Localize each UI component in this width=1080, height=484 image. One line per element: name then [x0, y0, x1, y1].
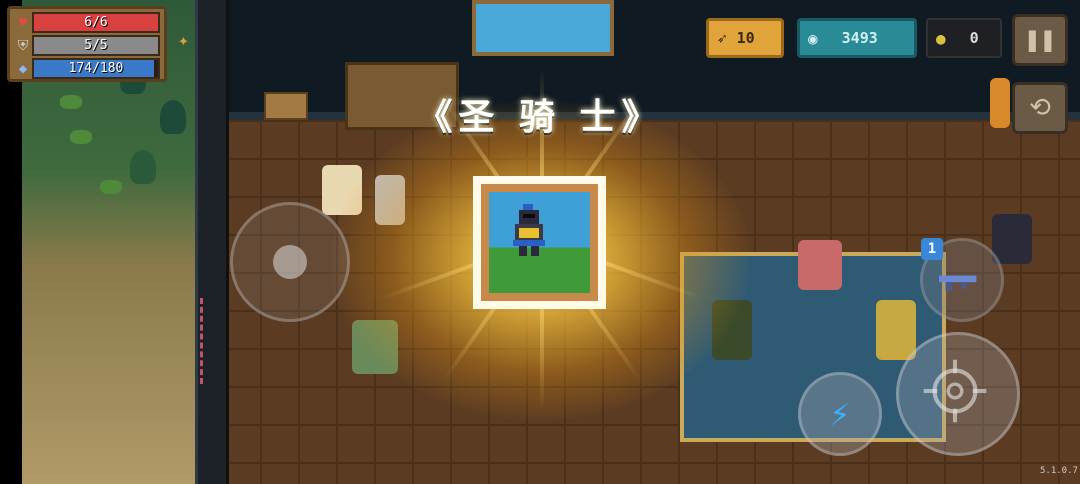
fish-count: 10 — [736, 29, 755, 47]
game-viewport: 《圣 骑 士》 ♥ 6/6 ⛨ 5/5 ◆ 174/180 ✦ ➶ 10 ◉ 3… — [0, 0, 1080, 484]
player-stats-panel: ♥ 6/6 ⛨ 5/5 ◆ 174/180 — [7, 6, 167, 82]
bush-icon — [70, 130, 92, 144]
bush-icon — [60, 95, 82, 109]
gem-icon: ◉ — [808, 28, 818, 48]
npc-character[interactable] — [992, 214, 1032, 264]
coin-counter[interactable]: ● 0 — [926, 18, 1002, 58]
shield-icon: ⛨ — [17, 37, 29, 54]
unlock-title: 《圣 骑 士》 — [416, 97, 664, 138]
hp-bar: 6/6 — [32, 12, 160, 33]
character-portrait-frame[interactable] — [473, 176, 606, 309]
hp-text: 6/6 — [84, 15, 108, 30]
gem-count: 3493 — [841, 29, 878, 47]
gun-icon — [939, 275, 977, 291]
diamond-icon: ◆ — [18, 60, 28, 77]
armor-row: ⛨ 5/5 — [14, 35, 160, 56]
skill-button[interactable]: ⚡ — [798, 372, 882, 456]
pause-button[interactable]: ❚❚ — [1012, 14, 1068, 66]
coin-count: 0 — [969, 29, 979, 47]
npc-character[interactable] — [876, 300, 916, 360]
paladin-sprite-icon — [513, 204, 545, 256]
weapon-slot-number: 1 — [921, 238, 943, 260]
hp-row: ♥ 6/6 — [14, 12, 160, 33]
npc-character[interactable] — [798, 240, 842, 290]
gem-counter[interactable]: ◉ 3493 — [797, 18, 917, 58]
energy-row: ◆ 174/180 — [14, 58, 160, 79]
portrait-border — [481, 184, 598, 301]
swap-character-icon: ⟲ — [1029, 93, 1051, 123]
version-label: 5.1.0.7 — [1040, 466, 1078, 476]
heart-icon: ♥ — [18, 14, 28, 31]
fish-icon: ➶ — [717, 28, 727, 48]
pause-icon: ❚❚ — [1024, 25, 1056, 55]
paladin-portrait-icon — [489, 192, 590, 293]
coin-icon: ● — [936, 28, 946, 48]
joystick-knob[interactable] — [273, 245, 307, 279]
energy-bar: 174/180 — [32, 58, 160, 79]
movement-joystick[interactable] — [230, 202, 350, 322]
lightning-icon: ⚡ — [829, 394, 851, 434]
tree-icon — [160, 100, 186, 134]
lamp-prop — [990, 78, 1010, 128]
wall-painting — [472, 0, 614, 56]
wooden-sign — [264, 92, 308, 120]
crosshair-icon — [923, 359, 987, 423]
buff-icon[interactable]: ✦ — [178, 30, 189, 51]
attack-button[interactable] — [896, 332, 1020, 456]
wall-pillar — [195, 0, 229, 484]
energy-text: 174/180 — [68, 61, 124, 76]
tree-icon — [130, 150, 156, 184]
rope-barrier — [200, 298, 217, 384]
armor-bar: 5/5 — [32, 35, 160, 56]
armor-text: 5/5 — [84, 38, 108, 53]
swap-character-button[interactable]: ⟲ — [1012, 82, 1068, 134]
fish-counter[interactable]: ➶ 10 — [706, 18, 784, 58]
bush-icon — [100, 180, 122, 194]
